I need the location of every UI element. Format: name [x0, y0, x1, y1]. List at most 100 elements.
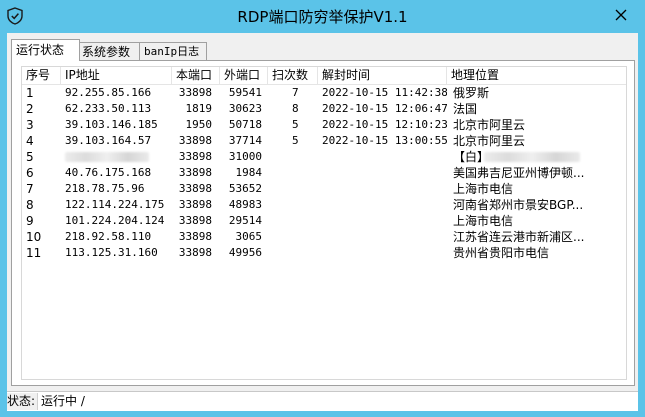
cell-location: 俄罗斯 — [453, 86, 490, 100]
table-row[interactable]: 10 218.92.58.110 33898 3065 江苏省连云港市新浦区... — [22, 229, 626, 245]
cell-local-port: 1950 — [185, 118, 213, 131]
cell-location: 法国 — [453, 102, 478, 116]
cell-scan-count — [268, 149, 318, 165]
cell-location: 上海市电信 — [453, 182, 514, 196]
cell-remote-port: 48983 — [228, 198, 262, 211]
cell-local-port: 33898 — [178, 134, 212, 147]
close-icon — [615, 9, 627, 21]
cell-local-port: 33898 — [178, 182, 212, 195]
cell-index: 3 — [26, 118, 34, 132]
table-row[interactable]: 5 33898 31000 【白】 — [22, 149, 626, 165]
table-row[interactable]: 7 218.78.75.96 33898 53652 上海市电信 — [22, 181, 626, 197]
status-bar: 状态: 运行中 / — [7, 391, 638, 411]
cell-unban-time: 2022-10-15 13:00:55 — [322, 134, 447, 147]
main-panel: 运行状态 系统参数 banIp日志 序号 IP地址 本端口 外端口 扫次数 解封… — [7, 33, 638, 411]
cell-scan-count — [268, 213, 318, 229]
table-row[interactable]: 4 39.103.164.57 33898 37714 5 2022-10-15 13:0… — [22, 133, 626, 149]
column-header-unban-time[interactable]: 解封时间 — [318, 67, 447, 84]
cell-local-port: 33898 — [178, 230, 212, 243]
column-header-ip[interactable]: IP地址 — [61, 67, 172, 84]
cell-unban-time — [318, 229, 447, 245]
title-bar: RDP端口防穷举保护V1.1 — [0, 0, 645, 33]
cell-index: 1 — [26, 86, 34, 100]
cell-index: 8 — [26, 198, 34, 212]
column-header-location[interactable]: 地理位置 — [447, 67, 626, 84]
cell-remote-port: 37714 — [228, 134, 262, 147]
cell-ip: 62.233.50.113 — [65, 102, 152, 115]
cell-local-port: 33898 — [178, 246, 212, 259]
cell-unban-time — [318, 213, 447, 229]
table-row[interactable]: 3 39.103.146.185 1950 50718 5 2022-10-15 12:1… — [22, 117, 626, 133]
cell-ip — [61, 149, 172, 165]
cell-location: 美国弗吉尼亚州博伊顿... — [453, 166, 585, 180]
cell-unban-time — [318, 149, 447, 165]
cell-remote-port: 50718 — [228, 118, 262, 131]
column-header-scan-count[interactable]: 扫次数 — [268, 67, 318, 84]
cell-unban-time — [318, 181, 447, 197]
cell-unban-time — [318, 165, 447, 181]
cell-local-port: 1819 — [185, 102, 213, 115]
cell-index: 6 — [26, 166, 34, 180]
cell-unban-time: 2022-10-15 12:06:47 — [322, 102, 447, 115]
cell-scan-count: 5 — [292, 118, 299, 131]
cell-remote-port: 49956 — [228, 246, 262, 259]
cell-ip: 92.255.85.166 — [65, 86, 152, 99]
cell-unban-time — [318, 245, 447, 261]
cell-location: 北京市阿里云 — [453, 118, 526, 132]
cell-location: 北京市阿里云 — [453, 134, 526, 148]
cell-local-port: 33898 — [178, 150, 212, 163]
cell-ip: 218.92.58.110 — [65, 230, 152, 243]
cell-local-port: 33898 — [178, 198, 212, 211]
tab-banip-log[interactable]: banIp日志 — [139, 42, 207, 61]
cell-location: 河南省郑州市景安BGP... — [453, 198, 584, 212]
cell-scan-count — [268, 181, 318, 197]
cell-location: 上海市电信 — [453, 214, 514, 228]
cell-ip: 40.76.175.168 — [65, 166, 152, 179]
cell-unban-time: 2022-10-15 12:10:23 — [322, 118, 447, 131]
cell-local-port: 33898 — [178, 86, 212, 99]
status-value: 运行中 / — [41, 394, 85, 408]
cell-remote-port: 29514 — [228, 214, 262, 227]
cell-scan-count: 7 — [292, 86, 299, 99]
column-header-local-port[interactable]: 本端口 — [172, 67, 220, 84]
cell-remote-port: 3065 — [235, 230, 263, 243]
cell-index: 9 — [26, 214, 34, 228]
status-label: 状态: — [7, 393, 38, 410]
cell-ip: 113.125.31.160 — [65, 246, 158, 259]
cell-ip: 218.78.75.96 — [65, 182, 145, 195]
column-header-remote-port[interactable]: 外端口 — [220, 67, 268, 84]
cell-ip: 39.103.146.185 — [65, 118, 158, 131]
cell-location: 江苏省连云港市新浦区... — [453, 230, 585, 244]
table-row[interactable]: 9 101.224.204.124 33898 29514 上海市电信 — [22, 213, 626, 229]
close-button[interactable] — [598, 0, 644, 30]
table-row[interactable]: 6 40.76.175.168 33898 1984 美国弗吉尼亚州博伊顿... — [22, 165, 626, 181]
cell-remote-port: 30623 — [228, 102, 262, 115]
cell-index: 4 — [26, 134, 34, 148]
table-row[interactable]: 1 92.255.85.166 33898 59541 7 2022-10-15 11:4… — [22, 85, 626, 101]
tab-system-params[interactable]: 系统参数 — [77, 42, 145, 61]
table-header: 序号 IP地址 本端口 外端口 扫次数 解封时间 地理位置 — [22, 67, 626, 85]
cell-scan-count — [268, 165, 318, 181]
redacted-location — [484, 152, 580, 162]
window-title: RDP端口防穷举保护V1.1 — [237, 8, 408, 26]
cell-remote-port: 59541 — [228, 86, 262, 99]
ip-list-table[interactable]: 序号 IP地址 本端口 外端口 扫次数 解封时间 地理位置 1 92.255.85… — [21, 66, 627, 380]
cell-index: 2 — [26, 102, 34, 116]
table-row[interactable]: 8 122.114.224.175 33898 48983 河南省郑州市景安BGP... — [22, 197, 626, 213]
cell-index: 7 — [26, 182, 34, 196]
cell-local-port: 33898 — [178, 166, 212, 179]
cell-remote-port: 31000 — [228, 150, 262, 163]
cell-scan-count: 5 — [292, 134, 299, 147]
tab-panel: 序号 IP地址 本端口 外端口 扫次数 解封时间 地理位置 1 92.255.85… — [11, 60, 635, 386]
cell-scan-count — [268, 245, 318, 261]
cell-location: 贵州省贵阳市电信 — [453, 246, 550, 260]
cell-ip: 101.224.204.124 — [65, 214, 165, 227]
table-row[interactable]: 2 62.233.50.113 1819 30623 8 2022-10-15 12:06… — [22, 101, 626, 117]
cell-scan-count: 8 — [292, 102, 299, 115]
redacted-ip — [65, 152, 149, 162]
cell-unban-time — [318, 197, 447, 213]
table-row[interactable]: 11 113.125.31.160 33898 49956 贵州省贵阳市电信 — [22, 245, 626, 261]
cell-remote-port: 1984 — [235, 166, 263, 179]
column-header-index[interactable]: 序号 — [22, 67, 61, 84]
tab-run-status[interactable]: 运行状态 — [11, 39, 80, 61]
